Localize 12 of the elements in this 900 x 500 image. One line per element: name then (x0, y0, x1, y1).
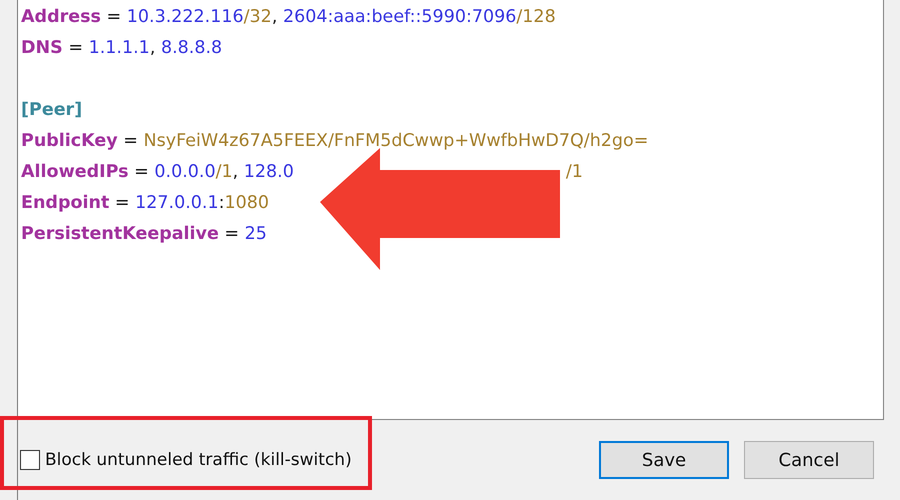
config-line: Address = 10.3.222.116/32, 2604:aaa:beef::5990:7096/128 (21, 6, 557, 29)
save-button[interactable]: Save (599, 441, 729, 479)
config-line: PublicKey = NsyFeiW4z67A5FEEX/FnFM5dCwwp+WwfbHwD7Q/h2go= (21, 130, 650, 153)
config-line: DNS = 1.1.1.1, 8.8.8.8 (21, 37, 224, 60)
config-editor[interactable] (18, 0, 884, 420)
config-line: AllowedIPs = 0.0.0.0/1, 128.0 /1 (21, 161, 584, 184)
section-header: [Peer] (21, 99, 84, 122)
kill-switch-label[interactable]: Block untunneled traffic (kill-switch) (45, 450, 352, 470)
config-line: Endpoint = 127.0.0.1:1080 (21, 192, 270, 215)
kill-switch-checkbox[interactable] (20, 450, 40, 470)
config-line: PersistentKeepalive = 25 (21, 223, 268, 246)
cancel-button[interactable]: Cancel (744, 441, 874, 479)
